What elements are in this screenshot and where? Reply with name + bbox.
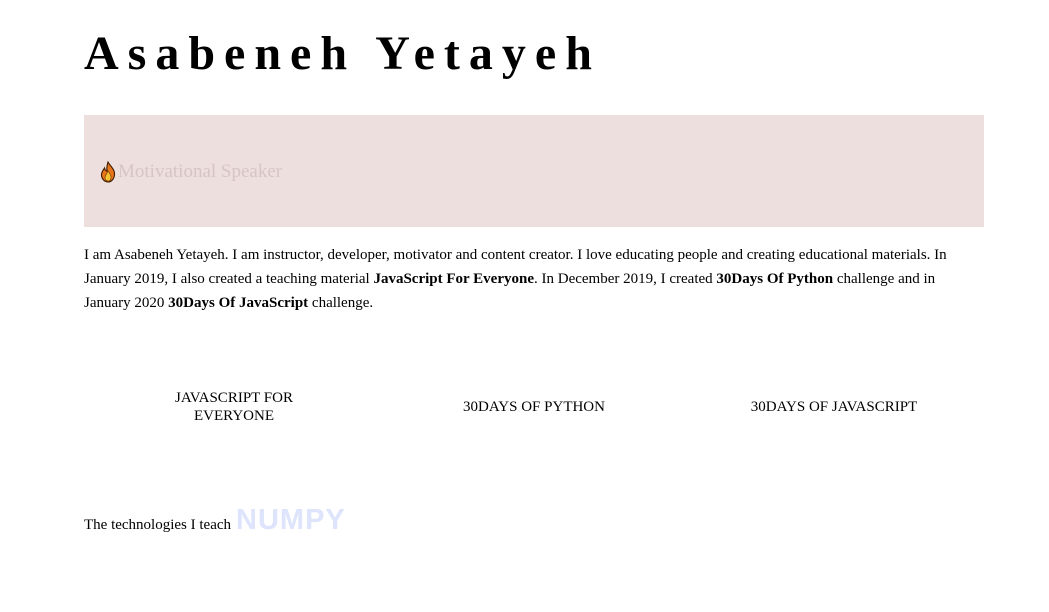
challenge-card-30days-of-python[interactable]: 30Days Of Python <box>424 385 644 429</box>
challenge-card-30days-of-javascript[interactable]: 30Days Of JavaScript <box>724 385 944 429</box>
bio-highlight-30days-of-javascript: 30Days Of JavaScript <box>168 295 309 311</box>
bio-paragraph: I am Asabeneh Yetayeh. I am instructor, … <box>84 243 984 315</box>
role-banner: Motivational Speaker <box>84 115 984 227</box>
bio-highlight-30days-of-python: 30Days Of Python <box>716 271 834 287</box>
role-text: Motivational Speaker <box>118 161 283 182</box>
page: Asabeneh Yetayeh Motivational Speaker I … <box>0 0 1049 612</box>
technology-name: NUMPY <box>236 504 346 536</box>
technologies-label: The technologies I teach <box>84 517 232 533</box>
bio-text-4: challenge. <box>308 295 374 311</box>
bio-highlight-javascript-for-everyone: JavaScript For Everyone <box>373 271 534 287</box>
role-line: Motivational Speaker <box>99 160 282 184</box>
fire-icon <box>99 160 117 183</box>
challenges-list: JavaScript For Everyone 30Days Of Python… <box>84 385 984 429</box>
bio-text-2: . In December 2019, I created <box>534 271 717 287</box>
technologies-line: The technologies I teach NUMPY <box>84 502 346 538</box>
page-title: Asabeneh Yetayeh <box>84 27 601 80</box>
challenge-card-javascript-for-everyone[interactable]: JavaScript For Everyone <box>144 385 324 429</box>
